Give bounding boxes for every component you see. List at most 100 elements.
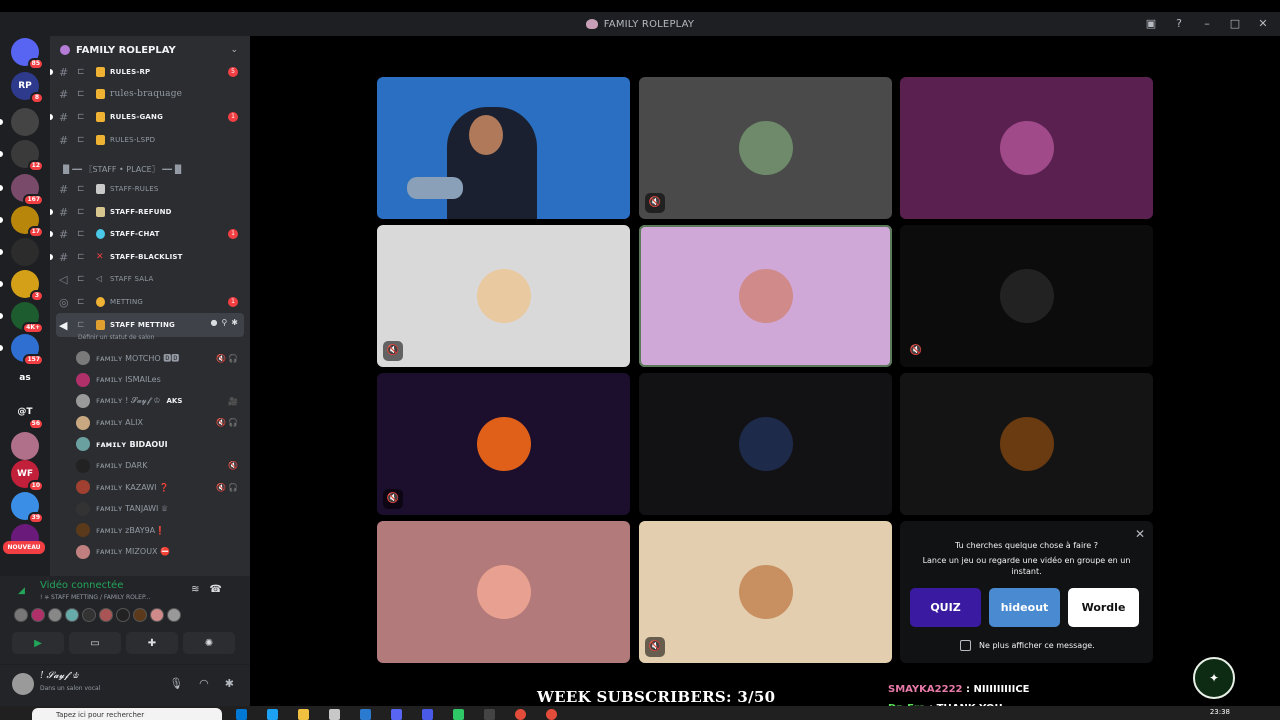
app-icon[interactable] (236, 709, 247, 720)
checkbox-icon[interactable] (960, 640, 971, 651)
activity-card[interactable]: hideout (989, 588, 1060, 627)
server-icon[interactable]: WF 10 (11, 460, 44, 492)
voice-member[interactable]: ꜰᴀᴍɪʟʏ ALIX 🔇🎧 (76, 413, 246, 433)
taskbar-search-input[interactable]: Tapez ici pour rechercher (32, 708, 222, 720)
close-icon[interactable]: ✕ (1135, 527, 1145, 541)
disconnect-icon[interactable]: ☎ (210, 584, 232, 595)
channel-staff-rules[interactable]: # ⊏ STAFF-RULES (50, 179, 250, 199)
video-tile[interactable] (377, 521, 630, 663)
user-settings-gear-icon[interactable]: ✱ (225, 677, 234, 690)
invite-icon[interactable]: ⚲ (221, 318, 227, 327)
close-icon[interactable]: ✕ (1256, 17, 1270, 31)
server-icon[interactable] (0, 108, 39, 136)
guild-header[interactable]: FAMILY ROLEPLAY ⌄ (50, 36, 250, 64)
server-icon[interactable]: RP 8 (11, 72, 44, 104)
server-icon[interactable]: 85 (11, 38, 44, 70)
voice-member[interactable]: ꜰᴀᴍɪʟʏ DARK 🔇 (76, 456, 246, 476)
folder-icon[interactable] (298, 709, 309, 720)
server-icon[interactable]: 39 (11, 492, 44, 524)
voice-member[interactable]: ꜰᴀᴍɪʟʏ KAZAWI ❓ 🔇🎧 (76, 477, 246, 497)
channel-staff-sala[interactable]: ◁ ⊏ ◁ STAFF SALA (50, 269, 250, 289)
noise-suppression-icon[interactable]: ≋ (191, 584, 209, 595)
video-tile[interactable]: 🔇 (377, 373, 630, 515)
microphone-icon[interactable]: 🎙 (169, 677, 183, 690)
app-icon[interactable] (484, 709, 495, 720)
chat-icon[interactable]: ● (210, 318, 217, 327)
app-icon[interactable] (453, 709, 464, 720)
chrome-icon[interactable] (546, 709, 557, 720)
channel-staff-chat[interactable]: # ⊏ STAFF-CHAT 1 (50, 224, 250, 244)
voice-member[interactable]: ꜰᴀᴍɪʟʏ BIDAOUI (76, 434, 246, 454)
video-tile[interactable]: 🔇 (377, 225, 630, 367)
signal-icon[interactable]: ◢ (18, 586, 25, 596)
screen-share-button[interactable]: ▭ (69, 632, 121, 654)
server-icon[interactable] (0, 238, 39, 266)
server-icon[interactable] (11, 432, 39, 460)
channel-rules-lspd[interactable]: # ⊏ RULES-LSPD (50, 130, 250, 150)
maximize-icon[interactable]: □ (1228, 17, 1242, 31)
voice-member[interactable]: ꜰᴀᴍɪʟʏ ! 𝓢𝓪𝔂𝓯 ♔ AKS 🎥 (76, 391, 246, 411)
voice-member[interactable]: ꜰᴀᴍɪʟʏ zBAY9A❗ (76, 520, 246, 540)
video-tile[interactable]: 🔇 (639, 77, 892, 219)
discord-icon[interactable] (391, 709, 402, 720)
video-tile-camera[interactable] (377, 77, 630, 219)
voice-member[interactable]: ꜰᴀᴍɪʟʏ TANJAWI ♕ (76, 499, 246, 519)
server-icon[interactable]: 3 (0, 270, 44, 302)
help-icon[interactable]: ? (1172, 17, 1186, 31)
settings-gear-icon[interactable]: ✱ (231, 318, 238, 327)
soundboard-button[interactable]: ✺ (183, 632, 235, 654)
guild-icon (60, 45, 70, 55)
server-icon[interactable]: 17 (0, 206, 44, 238)
mention-badge: 17 (27, 226, 44, 238)
chevron-down-icon[interactable]: ⌄ (230, 45, 238, 55)
voice-member[interactable]: ꜰᴀᴍɪʟʏ MIZOUX ⛔ (76, 542, 246, 562)
chrome-icon[interactable] (515, 709, 526, 720)
voice-member[interactable]: ꜰᴀᴍɪʟʏ ISMAILes (76, 370, 246, 390)
activity-button[interactable]: ✚ (126, 632, 178, 654)
server-icon[interactable]: 12 (0, 140, 44, 172)
minimize-icon[interactable]: – (1200, 17, 1214, 31)
voice-member[interactable]: ꜰᴀᴍɪʟʏ MOTCHO 🅳🅳 🔇🎧 (76, 348, 246, 368)
channel-status-hint[interactable]: Définir un statut de salon (78, 334, 154, 341)
member-name: ꜰᴀᴍɪʟʏ DARK (96, 461, 148, 470)
dont-show-again-checkbox[interactable]: Ne plus afficher ce message. (960, 640, 1095, 651)
server-icon[interactable]: @T 56 (11, 398, 44, 430)
discord-window: FAMILY ROLEPLAY ▣ ? – □ ✕ 85 RP 8 12 167 17 3 4… (0, 0, 1280, 720)
category-staff[interactable]: ▐▌━━ 〖STAFF • PLACE〗 ━━▐▌ (60, 164, 240, 178)
mention-badge: 4K+ (22, 322, 44, 334)
camera-button[interactable]: ▶ (12, 632, 64, 654)
activity-card[interactable]: Wordle (1068, 588, 1139, 627)
server-icon[interactable]: 167 (0, 174, 44, 206)
video-tile[interactable] (900, 77, 1153, 219)
voice-location[interactable]: ! ⛧ STAFF METTING / FAMILY ROLEP... (40, 594, 150, 602)
server-icon[interactable]: 4K+ (0, 302, 44, 334)
headphones-icon[interactable]: ◠ (199, 677, 209, 690)
channel-rules-braquage[interactable]: # ⊏ rules-braquage (50, 84, 250, 104)
video-tile[interactable] (900, 373, 1153, 515)
channel-staff-blacklist[interactable]: # ⊏ ✕ STAFF-BLACKLIST (50, 247, 250, 267)
voice-status[interactable]: Vidéo connectée (40, 580, 123, 591)
unread-pill (0, 249, 3, 255)
channel-metting[interactable]: ◎ ⊏ METTING 1 (50, 292, 250, 312)
activity-card[interactable]: QUIZ (910, 588, 981, 627)
app-icon[interactable] (360, 709, 371, 720)
app-icon[interactable] (267, 709, 278, 720)
channel-rules-gang[interactable]: # ⊏ RULES-GANG 1 (50, 107, 250, 127)
unread-badge: 1 (228, 297, 238, 307)
server-icon[interactable]: 157 (0, 334, 44, 366)
app-icon[interactable] (422, 709, 433, 720)
app-icon[interactable] (329, 709, 340, 720)
video-tile[interactable]: 🔇 (639, 521, 892, 663)
mention-badge: 10 (27, 480, 44, 492)
window-title: FAMILY ROLEPLAY (603, 18, 695, 30)
video-tile[interactable]: 🔇 (900, 225, 1153, 367)
video-tile[interactable] (639, 225, 892, 367)
channel-rules-rp[interactable]: # ⊏ RULES-RP 5 (50, 62, 250, 82)
channel-staff-refund[interactable]: # ⊏ STAFF-REFUND (50, 202, 250, 222)
username[interactable]: ! 𝓢𝓪𝔂𝓯 ♔ (40, 671, 79, 681)
unread-pill (0, 119, 3, 125)
inbox-icon[interactable]: ▣ (1144, 17, 1158, 31)
video-tile[interactable] (639, 373, 892, 515)
avatar[interactable] (12, 673, 34, 695)
server-icon[interactable]: as (11, 364, 39, 392)
